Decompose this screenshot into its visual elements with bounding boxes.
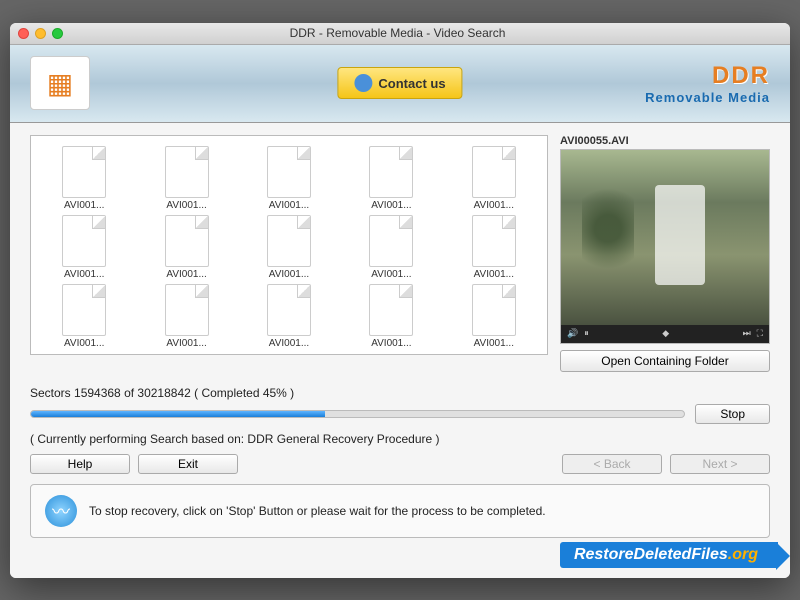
app-window: DDR - Removable Media - Video Search ▦ C… [10, 23, 790, 578]
pause-icon[interactable]: ⏸ [584, 328, 589, 339]
file-item[interactable]: AVI001... [242, 146, 336, 211]
file-item[interactable]: AVI001... [242, 215, 336, 280]
file-item[interactable]: AVI001... [37, 284, 131, 349]
progress-fill [31, 411, 325, 417]
file-icon [369, 146, 413, 198]
file-label: AVI001... [166, 269, 206, 280]
content-area: AVI001... AVI001... AVI001... AVI001... AVI0… [10, 123, 790, 578]
file-item[interactable]: AVI001... [242, 284, 336, 349]
contact-us-button[interactable]: Contact us [337, 67, 462, 99]
next-button: Next > [670, 454, 770, 474]
volume-icon[interactable]: 🔊 [567, 328, 578, 339]
file-item[interactable]: AVI001... [37, 215, 131, 280]
file-icon [472, 146, 516, 198]
brand-title: DDR [645, 62, 770, 90]
file-icon [165, 284, 209, 336]
footer: RestoreDeletedFiles.org [30, 538, 770, 570]
preview-column: AVI00055.AVI 🔊 ⏸ ◆ ⏭ ⛶ [560, 135, 770, 372]
brand-subtitle: Removable Media [645, 90, 770, 105]
file-label: AVI001... [371, 200, 411, 211]
footer-ribbon[interactable]: RestoreDeletedFiles.org [560, 542, 778, 568]
file-item[interactable]: AVI001... [139, 146, 233, 211]
exit-button[interactable]: Exit [138, 454, 238, 474]
preview-filename: AVI00055.AVI [560, 135, 770, 147]
file-label: AVI001... [166, 200, 206, 211]
file-icon [472, 284, 516, 336]
brand: DDR Removable Media [645, 62, 770, 105]
contact-label: Contact us [378, 76, 445, 91]
file-item[interactable]: AVI001... [37, 146, 131, 211]
progress-bar [30, 410, 685, 418]
file-label: AVI001... [371, 269, 411, 280]
ribbon-ext: .org [728, 546, 758, 563]
file-icon [472, 215, 516, 267]
titlebar: DDR - Removable Media - Video Search [10, 23, 790, 45]
status-text: ( Currently performing Search based on: … [30, 432, 770, 446]
file-icon [62, 284, 106, 336]
file-label: AVI001... [64, 269, 104, 280]
info-icon: 〰 [45, 495, 77, 527]
fullscreen-icon[interactable]: ⛶ [757, 328, 763, 339]
back-button: < Back [562, 454, 662, 474]
main-row: AVI001... AVI001... AVI001... AVI001... AVI0… [30, 135, 770, 372]
file-icon [165, 146, 209, 198]
app-logo-icon: ▦ [30, 56, 90, 110]
window-title: DDR - Removable Media - Video Search [13, 26, 782, 40]
file-item[interactable]: AVI001... [447, 146, 541, 211]
tip-text: To stop recovery, click on 'Stop' Button… [89, 504, 546, 518]
video-preview: 🔊 ⏸ ◆ ⏭ ⛶ [560, 149, 770, 344]
file-icon [267, 146, 311, 198]
file-label: AVI001... [64, 338, 104, 349]
progress-text: Sectors 1594368 of 30218842 ( Completed … [30, 386, 770, 400]
open-containing-folder-button[interactable]: Open Containing Folder [560, 350, 770, 372]
file-icon [369, 284, 413, 336]
seek-handle-icon[interactable]: ◆ [662, 328, 669, 339]
file-icon [165, 215, 209, 267]
file-label: AVI001... [474, 338, 514, 349]
file-icon [267, 284, 311, 336]
progress-section: Sectors 1594368 of 30218842 ( Completed … [30, 386, 770, 446]
nav-row: Help Exit < Back Next > [30, 454, 770, 474]
file-label: AVI001... [269, 200, 309, 211]
media-controls: 🔊 ⏸ ◆ ⏭ ⛶ [561, 325, 769, 343]
file-item[interactable]: AVI001... [344, 146, 438, 211]
file-icon [267, 215, 311, 267]
file-label: AVI001... [166, 338, 206, 349]
file-item[interactable]: AVI001... [447, 284, 541, 349]
ribbon-main: RestoreDeletedFiles [574, 546, 728, 563]
file-label: AVI001... [474, 269, 514, 280]
preview-image [561, 150, 769, 325]
header-banner: ▦ Contact us DDR Removable Media [10, 45, 790, 123]
file-label: AVI001... [64, 200, 104, 211]
person-icon [354, 74, 372, 92]
file-item[interactable]: AVI001... [139, 215, 233, 280]
skip-icon[interactable]: ⏭ [743, 328, 751, 339]
file-item[interactable]: AVI001... [344, 284, 438, 349]
file-item[interactable]: AVI001... [344, 215, 438, 280]
file-item[interactable]: AVI001... [447, 215, 541, 280]
file-item[interactable]: AVI001... [139, 284, 233, 349]
tip-box: 〰 To stop recovery, click on 'Stop' Butt… [30, 484, 770, 538]
file-label: AVI001... [474, 200, 514, 211]
help-button[interactable]: Help [30, 454, 130, 474]
file-icon [62, 215, 106, 267]
file-icon [369, 215, 413, 267]
file-icon [62, 146, 106, 198]
file-label: AVI001... [371, 338, 411, 349]
file-grid-panel[interactable]: AVI001... AVI001... AVI001... AVI001... AVI0… [30, 135, 548, 355]
file-label: AVI001... [269, 338, 309, 349]
stop-button[interactable]: Stop [695, 404, 770, 424]
file-label: AVI001... [269, 269, 309, 280]
